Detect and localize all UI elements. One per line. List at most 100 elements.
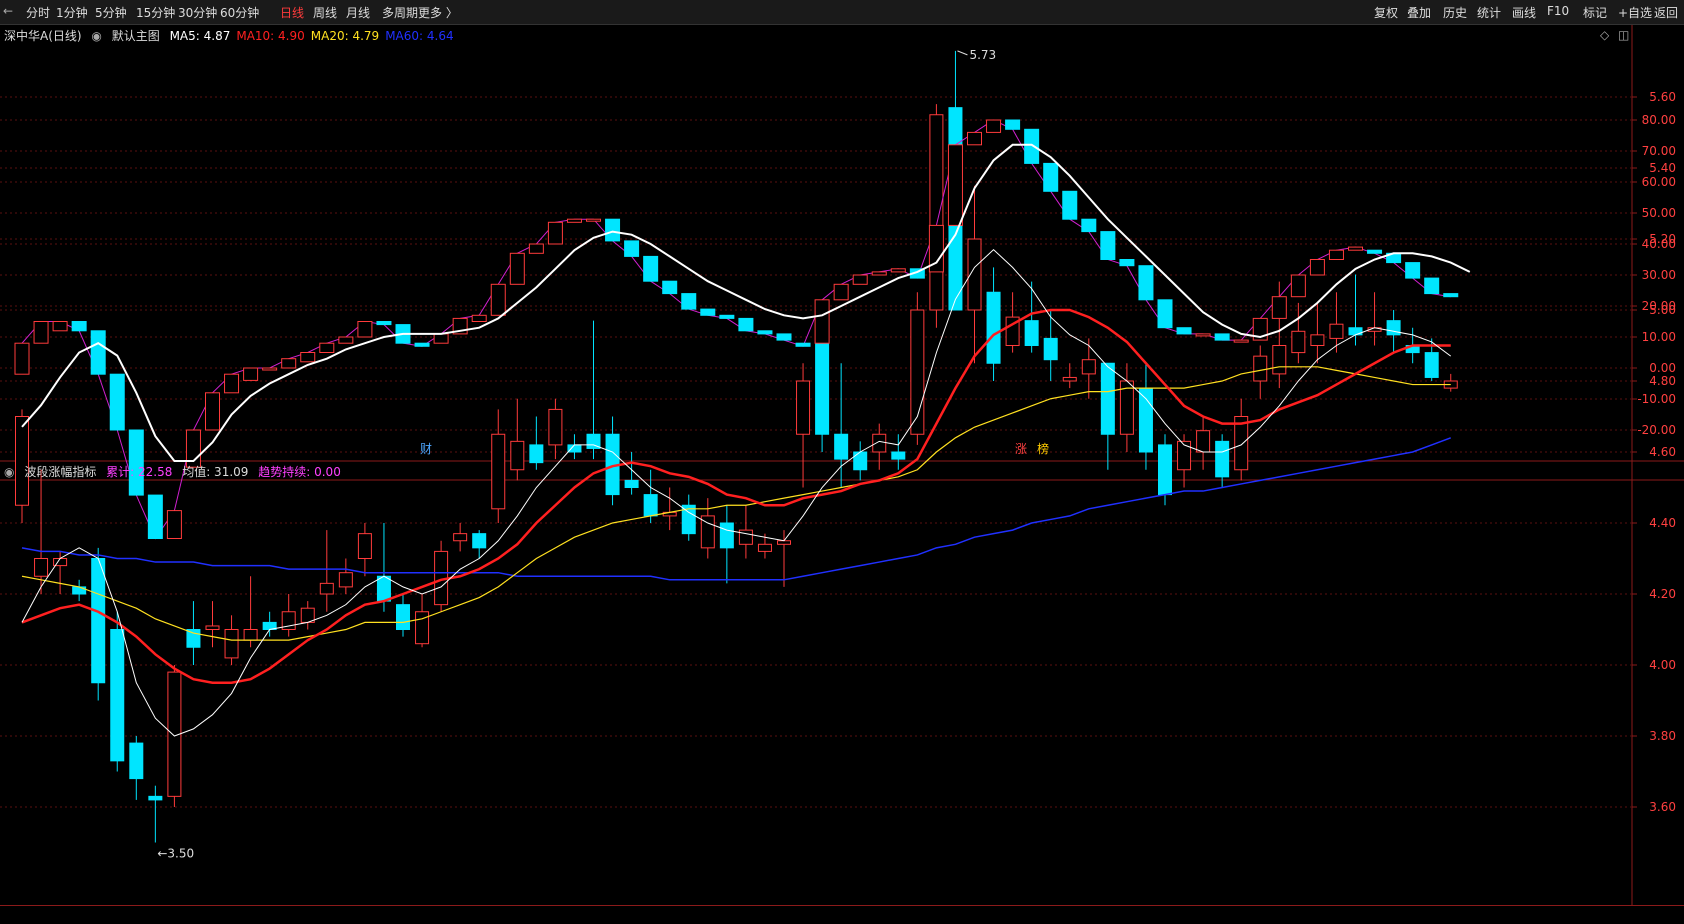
toolbar-button-6[interactable]: 标记	[1583, 4, 1607, 21]
sub-tick-label: 40.00	[1642, 237, 1676, 251]
period-tab-3[interactable]: 15分钟	[136, 4, 175, 21]
toolbar-button-1[interactable]: 叠加	[1407, 4, 1431, 21]
wave-bar-up	[947, 144, 963, 226]
candle-up	[1081, 359, 1096, 375]
price-tick-label: 4.40	[1649, 516, 1676, 530]
back-arrow-icon[interactable]: ←	[3, 4, 13, 18]
wave-bar-up	[281, 358, 297, 369]
wave-bar-up	[490, 283, 506, 316]
wave-bar-down	[605, 218, 621, 242]
wave-bar-up	[566, 218, 582, 223]
wave-bar-down	[1214, 333, 1230, 341]
period-tab-0[interactable]: 分时	[26, 4, 50, 21]
wave-bar-up	[357, 321, 373, 338]
wave-bar-up	[262, 367, 278, 371]
wave-bar-down	[1443, 293, 1459, 298]
period-tab-4[interactable]: 30分钟	[178, 4, 217, 21]
wave-bar-down	[109, 373, 125, 431]
toolbar-button-5[interactable]: F10	[1547, 4, 1569, 18]
wave-bar-down	[624, 240, 640, 257]
toolbar-button-3[interactable]: 统计	[1477, 4, 1501, 21]
wave-bar-up	[14, 342, 30, 375]
sub-tick-label: 80.00	[1642, 113, 1676, 127]
wave-bar-down	[700, 308, 716, 316]
candle-up	[34, 558, 49, 577]
candle-down	[186, 629, 201, 648]
toolbar-button-0[interactable]: 复权	[1374, 4, 1398, 21]
sub-tick-label: -10.00	[1637, 392, 1676, 406]
event-label-1: 涨	[1015, 441, 1027, 456]
candle-down	[1215, 440, 1230, 478]
wave-bar-down	[1081, 218, 1097, 233]
wave-bar-up	[890, 268, 906, 273]
wave-bar-up	[433, 333, 449, 344]
wave-bar-down	[757, 330, 773, 335]
sub-tick-label: 50.00	[1642, 206, 1676, 220]
event-label-0: 财	[420, 442, 432, 456]
candle-up	[319, 582, 334, 595]
wave-bar-up	[509, 252, 525, 285]
wave-bar-up	[871, 271, 887, 276]
period-tab-1[interactable]: 1分钟	[56, 4, 88, 21]
indicator-icon[interactable]: ◉	[4, 465, 14, 479]
wave-bar-up	[205, 392, 220, 431]
price-tick-label: 3.60	[1649, 800, 1676, 814]
candle-up	[205, 625, 220, 631]
toolbar-button-8[interactable]: 返回	[1654, 4, 1678, 21]
candle-down	[91, 558, 106, 684]
main-chart-legend: 深中华A(日线) ◉ 默认主图 MA5: 4.87 MA10: 4.90 MA20:…	[4, 27, 466, 44]
toolbar-button-2[interactable]: 历史	[1443, 4, 1467, 21]
sub-tick-label: 60.00	[1642, 175, 1676, 189]
period-tab-10[interactable]: 更多 〉	[418, 4, 458, 21]
candle-up	[338, 572, 353, 588]
candle-down	[129, 742, 144, 780]
period-tab-8[interactable]: 月线	[346, 4, 370, 21]
candle-down	[719, 522, 734, 549]
wave-bar-down	[1138, 265, 1154, 301]
candle-up	[1196, 430, 1211, 453]
candle-down	[1158, 444, 1172, 496]
wave-bar-up	[52, 321, 68, 332]
wave-bar-up	[319, 342, 335, 354]
sub-indicator-name[interactable]: 波段涨幅指标	[24, 465, 96, 479]
toolbar-button-7[interactable]: +自选	[1618, 4, 1652, 21]
ma-label-0: MA5: 4.87	[169, 29, 231, 43]
period-tab-9[interactable]: 多周期	[382, 4, 418, 21]
period-tab-5[interactable]: 60分钟	[220, 4, 259, 21]
candle-up	[1062, 376, 1077, 382]
wave-bar-up	[243, 367, 259, 381]
high-price-label: 5.73	[969, 48, 996, 62]
indicator-icon[interactable]: ◉	[91, 29, 101, 43]
ma-values: MA5: 4.87 MA10: 4.90 MA20: 4.79 MA60: 4.64	[170, 29, 460, 43]
candle-down	[396, 604, 410, 631]
candle-up	[738, 529, 753, 545]
price-tick-label: 5.40	[1649, 161, 1676, 175]
wave-bar-down	[738, 317, 754, 332]
cumulative-value: 累计: 22.58	[106, 465, 173, 479]
wave-bar-down	[681, 293, 697, 310]
price-tick-label: 4.20	[1649, 587, 1676, 601]
main-indicator-name[interactable]: 默认主图	[112, 29, 160, 43]
period-toolbar: ← 分时 1分钟 5分钟 15分钟 30分钟 60分钟 日线 周线 月线 多周期 更多 〉 复权 叠加历…	[0, 0, 1684, 25]
candle-up	[1291, 330, 1306, 354]
candle-up	[929, 114, 944, 311]
candle-down	[472, 533, 487, 549]
wave-bar-down	[1062, 190, 1078, 220]
trend-value: 趋势持续: 0.00	[258, 465, 341, 479]
wave-bar-down	[90, 330, 106, 375]
wave-bar-down	[1367, 249, 1383, 254]
wave-bar-up	[1271, 296, 1287, 319]
period-tab-6[interactable]: 日线	[280, 4, 304, 21]
price-tick-label: 5.60	[1649, 90, 1676, 104]
stock-name: 深中华A(日线)	[4, 29, 82, 43]
wave-bar-down	[662, 280, 678, 295]
candle-up	[872, 433, 887, 453]
period-tab-7[interactable]: 周线	[313, 4, 337, 21]
candle-up	[757, 543, 772, 552]
ma-label-1: MA10: 4.90	[236, 29, 305, 43]
candle-down	[834, 433, 849, 460]
candle-down	[1424, 352, 1439, 378]
ma-label-2: MA20: 4.79	[310, 29, 380, 43]
period-tab-2[interactable]: 5分钟	[95, 4, 127, 21]
toolbar-button-4[interactable]: 画线	[1512, 4, 1536, 21]
